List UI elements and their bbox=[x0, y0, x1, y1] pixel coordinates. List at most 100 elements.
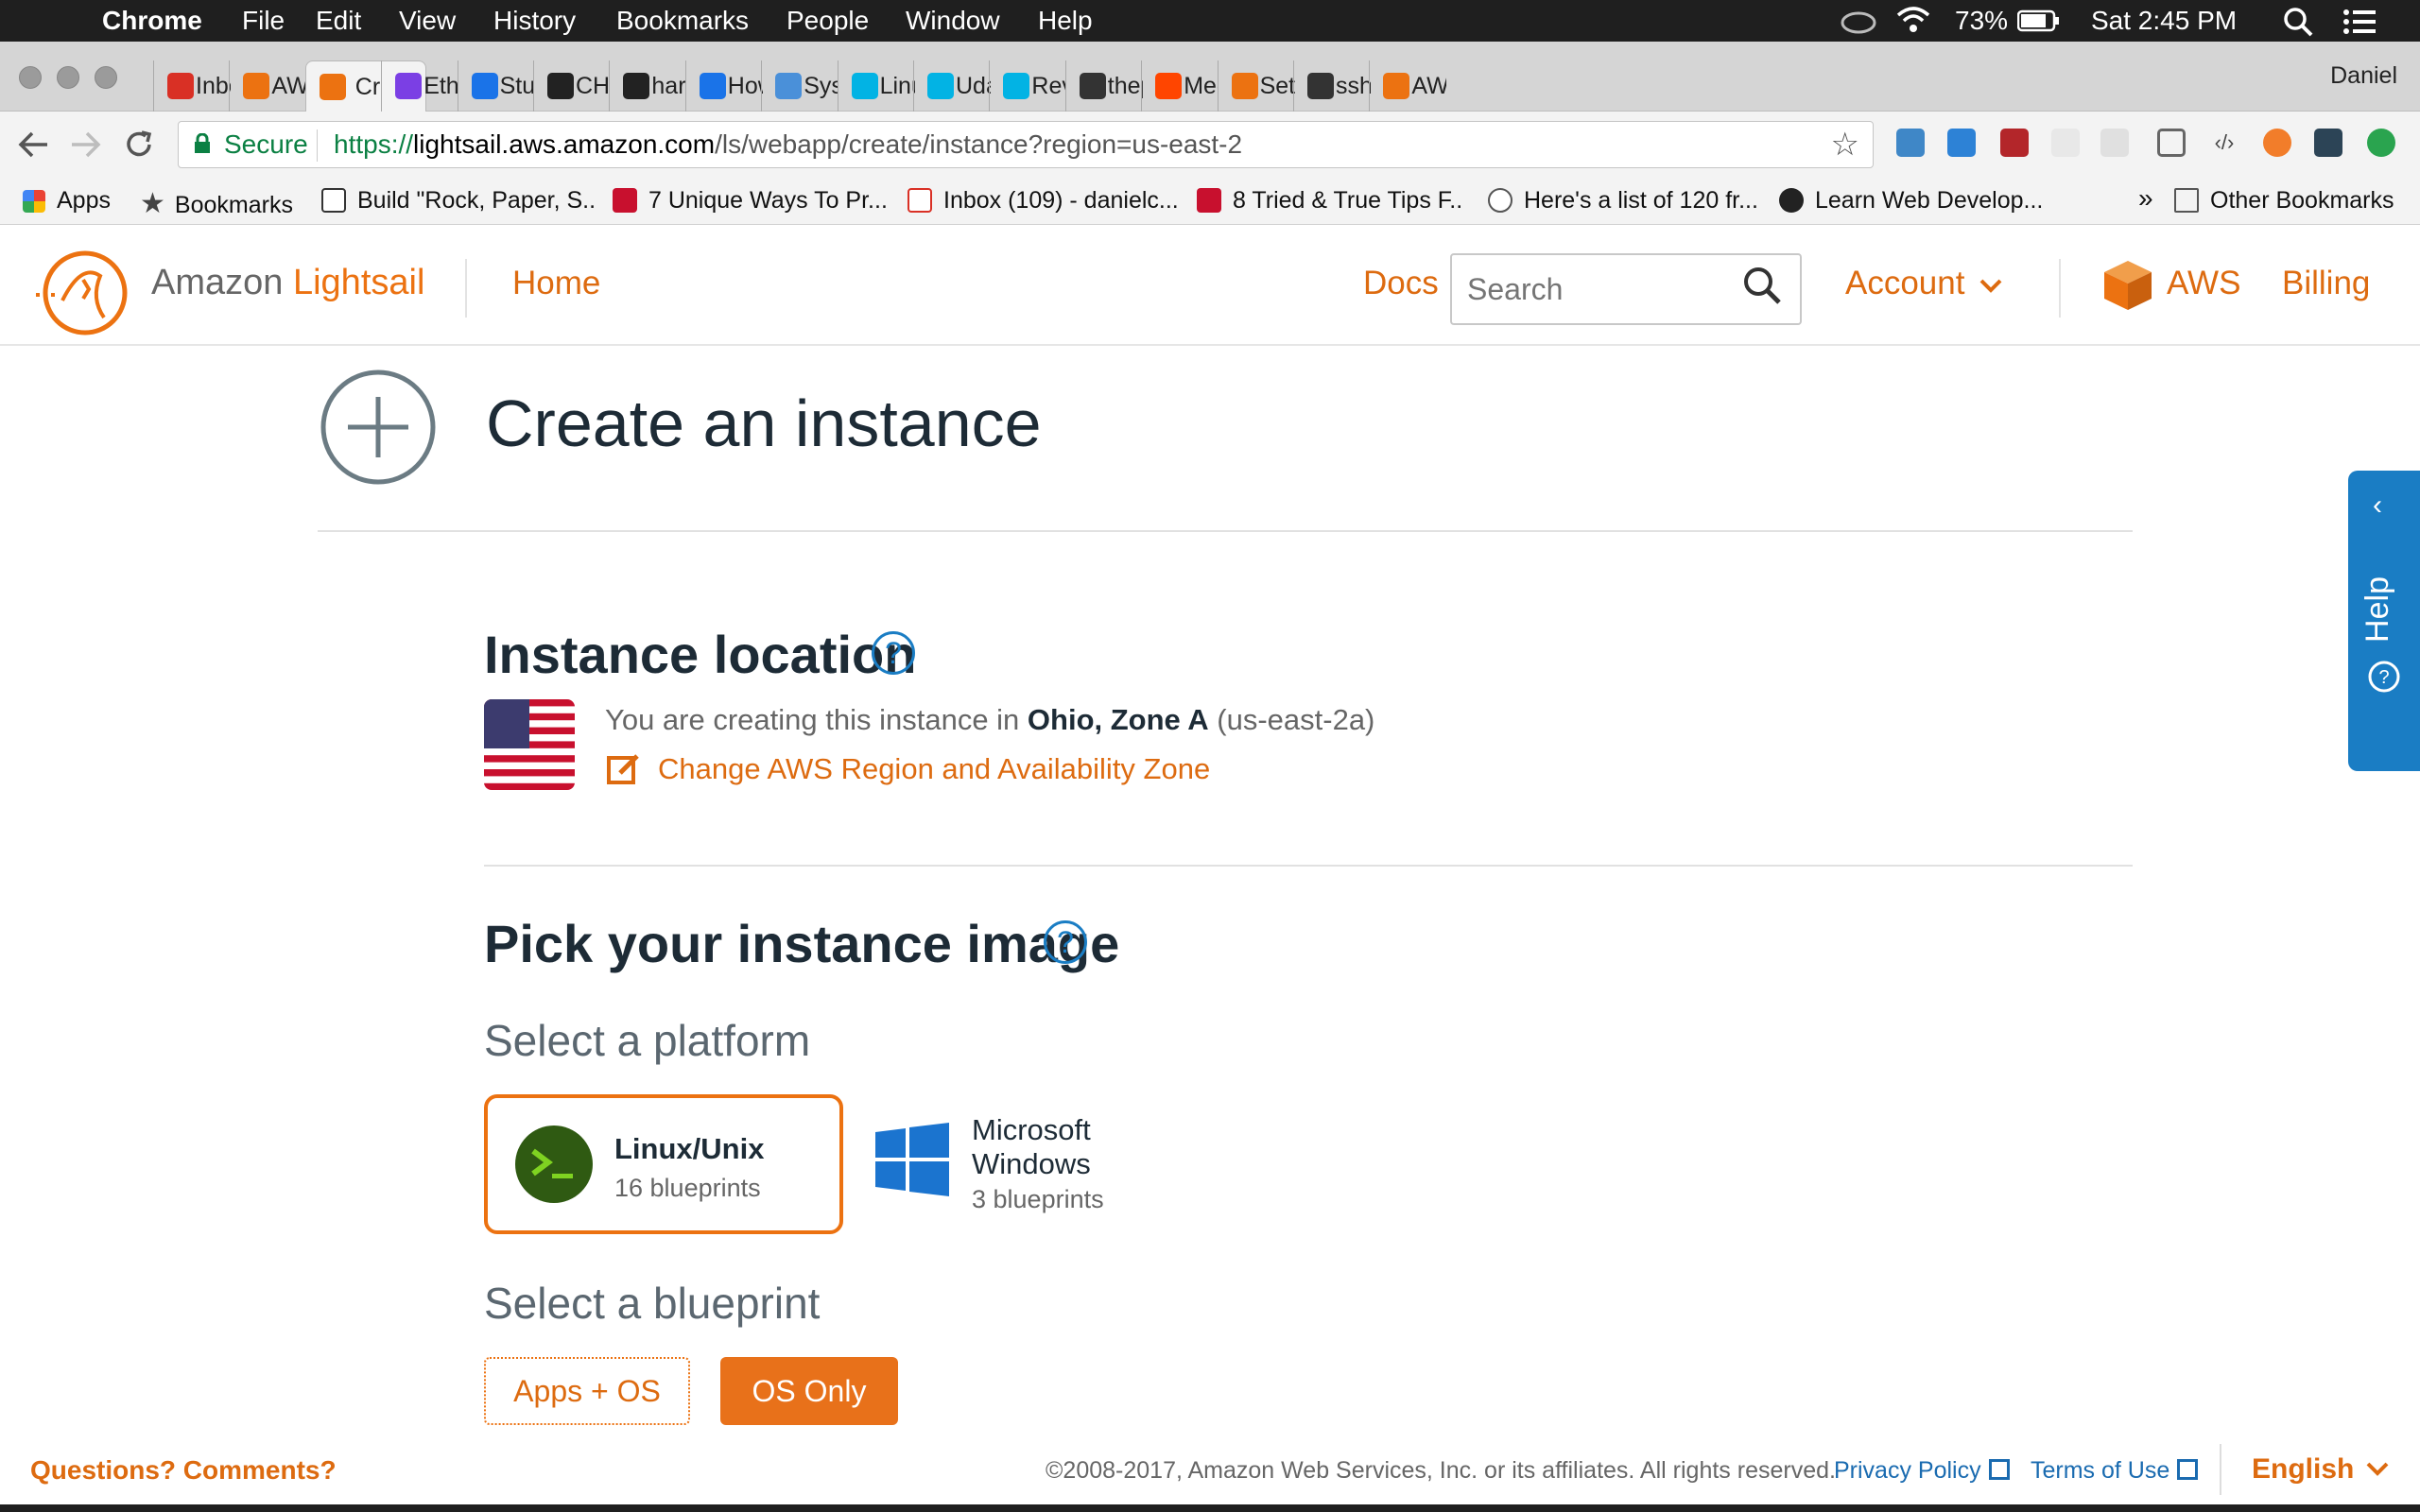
browser-tab[interactable]: Inbo bbox=[153, 60, 231, 112]
extension-shield-icon[interactable] bbox=[2000, 129, 2029, 157]
back-arrow-icon[interactable] bbox=[17, 130, 49, 159]
bookmark-bookmarks[interactable]: ★ Bookmarks bbox=[140, 187, 293, 220]
bookmark-label: Bookmarks bbox=[174, 192, 293, 218]
menu-clock[interactable]: Sat 2:45 PM bbox=[2091, 6, 2237, 36]
location-zone-code: (us-east-2a) bbox=[1208, 703, 1375, 736]
aws-cube-icon[interactable] bbox=[2102, 259, 2153, 312]
extension-green-icon[interactable] bbox=[2367, 129, 2395, 157]
bookmark-inbox[interactable]: Inbox (109) - danielc... bbox=[908, 187, 1179, 215]
language-label: English bbox=[2252, 1453, 2355, 1485]
brand-name[interactable]: Amazon Lightsail bbox=[151, 263, 424, 303]
tab-favicon-icon bbox=[775, 73, 803, 99]
bookmark-other[interactable]: Other Bookmarks bbox=[2174, 187, 2394, 215]
bookmark-label: Inbox (109) - danielc... bbox=[943, 187, 1179, 214]
profile-button[interactable]: Daniel bbox=[2330, 62, 2397, 90]
extension-orange-icon[interactable] bbox=[2263, 129, 2291, 157]
menu-help[interactable]: Help bbox=[1038, 6, 1093, 36]
bookmark-list-120[interactable]: Here's a list of 120 fr... bbox=[1488, 187, 1758, 215]
browser-tab[interactable]: thep bbox=[1064, 60, 1143, 112]
bookmarks-overflow-button[interactable]: » bbox=[2138, 183, 2153, 214]
forward-arrow-icon[interactable] bbox=[70, 130, 102, 159]
blueprint-os-only-button[interactable]: OS Only bbox=[720, 1357, 898, 1425]
help-side-tab[interactable]: ‹ ? Help bbox=[2348, 471, 2420, 771]
nav-home-link[interactable]: Home bbox=[512, 265, 600, 302]
url-text[interactable]: https://lightsail.aws.amazon.com/ls/weba… bbox=[334, 129, 1242, 160]
browser-tab[interactable]: Revie bbox=[989, 60, 1066, 112]
browser-tab[interactable]: AWS bbox=[229, 60, 306, 112]
menu-people[interactable]: People bbox=[786, 6, 869, 36]
browser-tab[interactable]: AWS bbox=[1369, 60, 1446, 112]
window-minimize-button[interactable] bbox=[57, 66, 79, 89]
browser-tab[interactable]: Ethe bbox=[381, 60, 458, 112]
browser-tab[interactable]: Linu bbox=[837, 60, 915, 112]
bookmark-label: Build "Rock, Paper, S.. bbox=[357, 187, 596, 214]
privacy-policy-link[interactable]: Privacy Policy bbox=[1834, 1457, 2010, 1485]
browser-tab[interactable]: How bbox=[684, 60, 763, 112]
browser-tab[interactable]: Udac bbox=[913, 60, 991, 112]
window-zoom-button[interactable] bbox=[95, 66, 117, 89]
bookmark-unique-ways[interactable]: 7 Unique Ways To Pr... bbox=[613, 187, 888, 215]
page-icon bbox=[321, 188, 346, 213]
edit-icon[interactable] bbox=[607, 752, 641, 786]
notification-center-icon[interactable] bbox=[2342, 8, 2377, 36]
browser-tab[interactable]: Set u bbox=[1217, 60, 1295, 112]
browser-tab[interactable]: Stun bbox=[457, 60, 535, 112]
change-region-link[interactable]: Change AWS Region and Availability Zone bbox=[658, 752, 1210, 786]
address-bar[interactable]: Secure https://lightsail.aws.amazon.com/… bbox=[178, 121, 1874, 168]
menu-file[interactable]: File bbox=[242, 6, 285, 36]
reload-icon[interactable] bbox=[123, 129, 155, 161]
extension-ghostery-icon[interactable] bbox=[1896, 129, 1925, 157]
bookmark-tried-tips[interactable]: 8 Tried & True Tips F.. bbox=[1197, 187, 1462, 215]
tab-favicon-icon bbox=[167, 73, 194, 99]
extension-s-icon[interactable] bbox=[1947, 129, 1976, 157]
nav-aws-link[interactable]: AWS bbox=[2167, 265, 2240, 302]
extension-page-icon[interactable] bbox=[2051, 129, 2080, 157]
wifi-icon[interactable] bbox=[1894, 4, 1932, 36]
location-help-icon[interactable]: ? bbox=[872, 631, 915, 675]
title-divider bbox=[318, 530, 2133, 532]
bookmark-learn-web[interactable]: Learn Web Develop... bbox=[1779, 187, 2043, 215]
blueprint-apps-os-button[interactable]: Apps + OS bbox=[484, 1357, 690, 1425]
tab-title: CHB bbox=[576, 72, 611, 99]
browser-tab[interactable]: Meg bbox=[1141, 60, 1219, 112]
tab-favicon-icon bbox=[927, 73, 954, 99]
bookmark-star-icon[interactable]: ☆ bbox=[1831, 126, 1859, 163]
browser-tab[interactable]: Syst bbox=[761, 60, 838, 112]
search-icon[interactable] bbox=[1741, 265, 1783, 306]
menu-view[interactable]: View bbox=[399, 6, 456, 36]
select-blueprint-title: Select a blueprint bbox=[484, 1279, 821, 1328]
tab-title: Linu bbox=[879, 72, 915, 99]
extension-u-icon[interactable] bbox=[2314, 129, 2342, 157]
extension-css-icon[interactable] bbox=[2100, 129, 2129, 157]
cast-icon[interactable] bbox=[2157, 129, 2186, 157]
star-icon: ★ bbox=[140, 188, 165, 219]
menu-history[interactable]: History bbox=[493, 6, 576, 36]
menu-edit[interactable]: Edit bbox=[316, 6, 361, 36]
window-close-button[interactable] bbox=[19, 66, 42, 89]
language-selector[interactable]: English bbox=[2252, 1453, 2390, 1486]
creative-cloud-icon[interactable] bbox=[1840, 8, 1877, 34]
bookmark-rock-paper[interactable]: Build "Rock, Paper, S.. bbox=[321, 187, 596, 215]
image-help-icon[interactable]: ? bbox=[1044, 920, 1087, 964]
nav-account-link[interactable]: Account bbox=[1845, 265, 2004, 302]
nav-billing-link[interactable]: Billing bbox=[2282, 265, 2370, 302]
menu-app-name[interactable]: Chrome bbox=[102, 6, 202, 36]
tab-favicon-icon bbox=[395, 73, 423, 99]
red-square-icon bbox=[1197, 188, 1221, 213]
battery-icon[interactable] bbox=[2017, 9, 2061, 32]
feedback-link[interactable]: Questions? Comments? bbox=[30, 1455, 337, 1486]
lightsail-logo-icon[interactable] bbox=[34, 244, 132, 342]
us-flag-icon bbox=[484, 699, 575, 790]
browser-tab[interactable]: haru bbox=[609, 60, 686, 112]
menu-window[interactable]: Window bbox=[906, 6, 1000, 36]
spotlight-search-icon[interactable] bbox=[2282, 6, 2314, 38]
platform-windows-card[interactable]: Microsoft Windows 3 blueprints bbox=[870, 1096, 1153, 1238]
browser-tab[interactable]: CHB bbox=[533, 60, 611, 112]
platform-linux-card[interactable]: Linux/Unix 16 blueprints bbox=[484, 1094, 843, 1234]
menu-bookmarks[interactable]: Bookmarks bbox=[616, 6, 749, 36]
terms-of-use-link[interactable]: Terms of Use bbox=[2031, 1457, 2199, 1485]
bookmark-apps[interactable]: Apps bbox=[23, 187, 111, 215]
extension-code-icon[interactable]: ‹/› bbox=[2210, 129, 2238, 157]
nav-docs-link[interactable]: Docs bbox=[1363, 265, 1439, 302]
browser-tab[interactable]: sshd bbox=[1293, 60, 1371, 112]
